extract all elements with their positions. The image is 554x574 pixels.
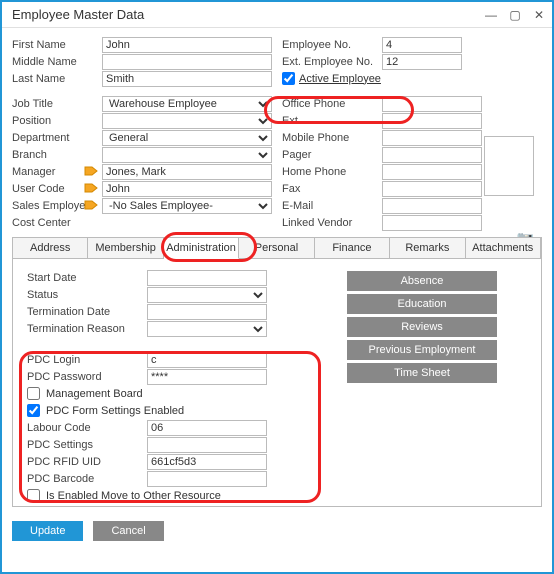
is-enabled-move-checkbox[interactable] [27, 489, 40, 502]
pdc-login-input[interactable] [147, 352, 267, 368]
label-ext: Ext. [282, 115, 382, 127]
pdc-form-settings-checkbox[interactable] [27, 404, 40, 417]
label-position: Position [12, 115, 102, 127]
label-email: E-Mail [282, 200, 382, 212]
mobile-phone-input[interactable] [382, 130, 482, 146]
employee-no-input[interactable] [382, 37, 462, 53]
label-status: Status [27, 289, 147, 301]
tab-body-administration: Start Date Status Termination Date Termi… [12, 259, 542, 507]
status-select[interactable] [147, 287, 267, 303]
label-start-date: Start Date [27, 272, 147, 284]
label-labour-code: Labour Code [27, 422, 147, 434]
minimize-icon[interactable]: — [484, 8, 498, 22]
sales-employee-select[interactable]: -No Sales Employee- [102, 198, 272, 214]
maximize-icon[interactable]: ▢ [508, 8, 522, 22]
link-arrow-icon[interactable] [84, 182, 98, 194]
last-name-input[interactable] [102, 71, 272, 87]
label-linked-vendor: Linked Vendor [282, 217, 382, 229]
link-arrow-icon[interactable] [84, 165, 98, 177]
update-button[interactable]: Update [12, 521, 83, 541]
tab-administration[interactable]: Administration [164, 238, 239, 259]
label-office-phone: Office Phone [282, 98, 382, 110]
label-termination-reason: Termination Reason [27, 323, 147, 335]
label-pdc-login: PDC Login [27, 354, 147, 366]
employee-master-window: Employee Master Data — ▢ ✕ First Name Mi… [0, 0, 554, 574]
tab-membership[interactable]: Membership [88, 238, 163, 259]
education-button[interactable]: Education [347, 294, 497, 314]
label-department: Department [12, 132, 102, 144]
label-pdc-rfid-uid: PDC RFID UID [27, 456, 147, 468]
termination-date-input[interactable] [147, 304, 267, 320]
first-name-input[interactable] [102, 37, 272, 53]
labour-code-input[interactable] [147, 420, 267, 436]
termination-reason-select[interactable] [147, 321, 267, 337]
department-select[interactable]: General [102, 130, 272, 146]
home-phone-input[interactable] [382, 164, 482, 180]
ext-employee-no-input[interactable] [382, 54, 462, 70]
employee-photo-placeholder [484, 136, 534, 196]
reviews-button[interactable]: Reviews [347, 317, 497, 337]
middle-name-input[interactable] [102, 54, 272, 70]
pager-input[interactable] [382, 147, 482, 163]
label-first-name: First Name [12, 39, 102, 51]
fax-input[interactable] [382, 181, 482, 197]
link-arrow-icon[interactable] [84, 199, 98, 211]
job-title-select[interactable]: Warehouse Employee [102, 96, 272, 112]
label-fax: Fax [282, 183, 382, 195]
pdc-barcode-input[interactable] [147, 471, 267, 487]
label-ext-employee-no: Ext. Employee No. [282, 56, 382, 68]
tab-attachments[interactable]: Attachments [466, 238, 541, 259]
email-input[interactable] [382, 198, 482, 214]
branch-select[interactable] [102, 147, 272, 163]
cancel-button[interactable]: Cancel [93, 521, 163, 541]
pdc-rfid-uid-input[interactable] [147, 454, 267, 470]
tab-finance[interactable]: Finance [315, 238, 390, 259]
user-code-input[interactable] [102, 181, 272, 197]
label-job-title: Job Title [12, 98, 102, 110]
label-employee-no: Employee No. [282, 39, 382, 51]
label-middle-name: Middle Name [12, 56, 102, 68]
label-termination-date: Termination Date [27, 306, 147, 318]
pdc-password-input[interactable] [147, 369, 267, 385]
tab-remarks[interactable]: Remarks [390, 238, 465, 259]
manager-input[interactable] [102, 164, 272, 180]
previous-employment-button[interactable]: Previous Employment [347, 340, 497, 360]
start-date-input[interactable] [147, 270, 267, 286]
label-pager: Pager [282, 149, 382, 161]
tab-address[interactable]: Address [13, 238, 88, 259]
label-cost-center: Cost Center [12, 217, 102, 229]
label-pdc-barcode: PDC Barcode [27, 473, 147, 485]
tab-personal[interactable]: Personal [239, 238, 314, 259]
window-title: Employee Master Data [12, 7, 484, 22]
label-active-employee[interactable]: Active Employee [299, 73, 381, 85]
ext-input[interactable] [382, 113, 482, 129]
titlebar: Employee Master Data — ▢ ✕ [2, 2, 552, 28]
time-sheet-button[interactable]: Time Sheet [347, 363, 497, 383]
absence-button[interactable]: Absence [347, 271, 497, 291]
tab-strip: Address Membership Administration Person… [12, 237, 542, 259]
label-branch: Branch [12, 149, 102, 161]
active-employee-checkbox[interactable] [282, 72, 295, 85]
label-pdc-settings: PDC Settings [27, 439, 147, 451]
linked-vendor-input[interactable] [382, 215, 482, 231]
label-management-board: Management Board [46, 388, 143, 400]
close-icon[interactable]: ✕ [532, 8, 546, 22]
label-home-phone: Home Phone [282, 166, 382, 178]
label-pdc-form-settings: PDC Form Settings Enabled [46, 405, 184, 417]
office-phone-input[interactable] [382, 96, 482, 112]
label-last-name: Last Name [12, 73, 102, 85]
label-is-enabled-move: Is Enabled Move to Other Resource [46, 490, 221, 502]
label-pdc-password: PDC Password [27, 371, 147, 383]
position-select[interactable] [102, 113, 272, 129]
pdc-settings-input[interactable] [147, 437, 267, 453]
label-mobile-phone: Mobile Phone [282, 132, 382, 144]
management-board-checkbox[interactable] [27, 387, 40, 400]
